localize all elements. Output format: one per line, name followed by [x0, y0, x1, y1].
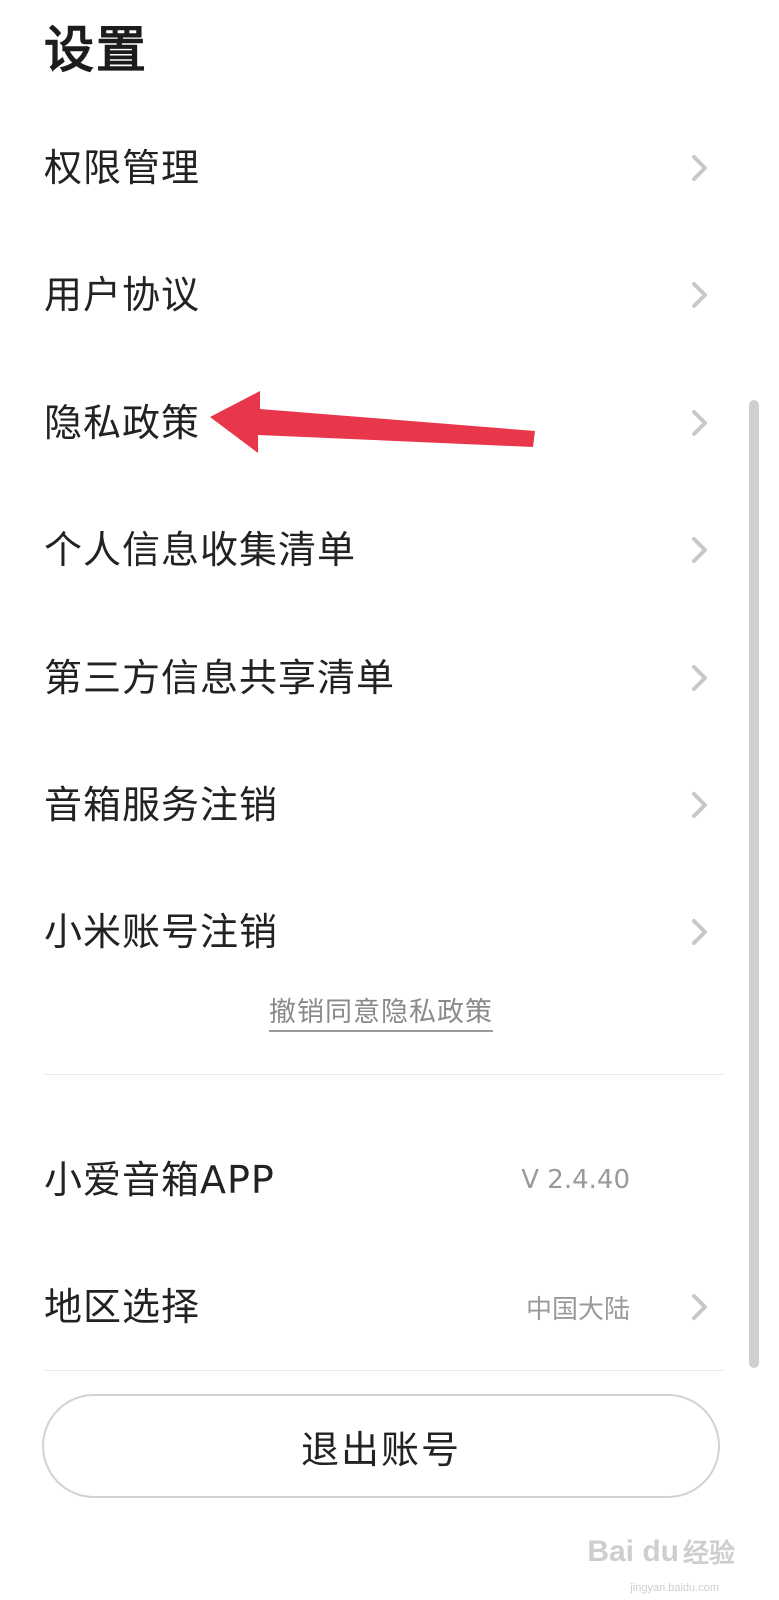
- chevron-right-icon: [686, 403, 714, 443]
- chevron-right-icon: [686, 912, 714, 952]
- revoke-link-label: 撤销同意隐私政策: [269, 997, 493, 1032]
- chevron-right-icon: [686, 275, 714, 315]
- app-version-value: V 2.4.40: [521, 1165, 630, 1195]
- baidu-jingyan-watermark: Bai du 经验: [587, 1533, 735, 1570]
- menu-item-personal-info-list[interactable]: 个人信息收集清单: [0, 510, 740, 590]
- chevron-right-icon: [686, 148, 714, 188]
- divider: [44, 1074, 724, 1075]
- menu-item-label: 音箱服务注销: [44, 783, 279, 827]
- scrollbar[interactable]: [749, 400, 759, 1368]
- logout-button[interactable]: 退出账号: [42, 1394, 720, 1498]
- menu-item-label: 权限管理: [44, 146, 201, 190]
- menu-item-label: 个人信息收集清单: [44, 528, 357, 572]
- app-version-label: 小爱音箱APP: [44, 1158, 275, 1202]
- menu-item-label: 第三方信息共享清单: [44, 656, 396, 700]
- chevron-right-icon: [686, 530, 714, 570]
- menu-item-user-agreement[interactable]: 用户协议: [0, 255, 740, 335]
- watermark-text: 经验: [682, 1538, 735, 1568]
- region-select-label: 地区选择: [44, 1285, 201, 1329]
- page-title: 设置: [44, 21, 148, 79]
- revoke-privacy-consent-link[interactable]: 撤销同意隐私政策: [0, 996, 762, 1032]
- chevron-right-icon: [686, 658, 714, 698]
- menu-item-third-party-sharing[interactable]: 第三方信息共享清单: [0, 638, 740, 718]
- menu-item-permission[interactable]: 权限管理: [0, 128, 740, 208]
- menu-item-xiaomi-account-cancel[interactable]: 小米账号注销: [0, 892, 740, 972]
- watermark-logo: Bai du: [587, 1534, 679, 1568]
- divider: [44, 1370, 724, 1371]
- chevron-right-icon: [686, 785, 714, 825]
- menu-item-label: 用户协议: [44, 273, 201, 317]
- chevron-right-icon: [686, 1287, 714, 1327]
- menu-item-label: 隐私政策: [44, 401, 201, 445]
- region-select-value: 中国大陆: [525, 1294, 630, 1325]
- menu-item-label: 小米账号注销: [44, 910, 279, 954]
- red-arrow-icon: [210, 391, 535, 453]
- watermark-url: jingyan.baidu.com: [630, 1582, 719, 1594]
- menu-item-speaker-service-cancel[interactable]: 音箱服务注销: [0, 765, 740, 845]
- app-version-row: 小爱音箱APP V 2.4.40: [0, 1140, 740, 1220]
- region-select-row[interactable]: 地区选择 中国大陆: [0, 1267, 740, 1347]
